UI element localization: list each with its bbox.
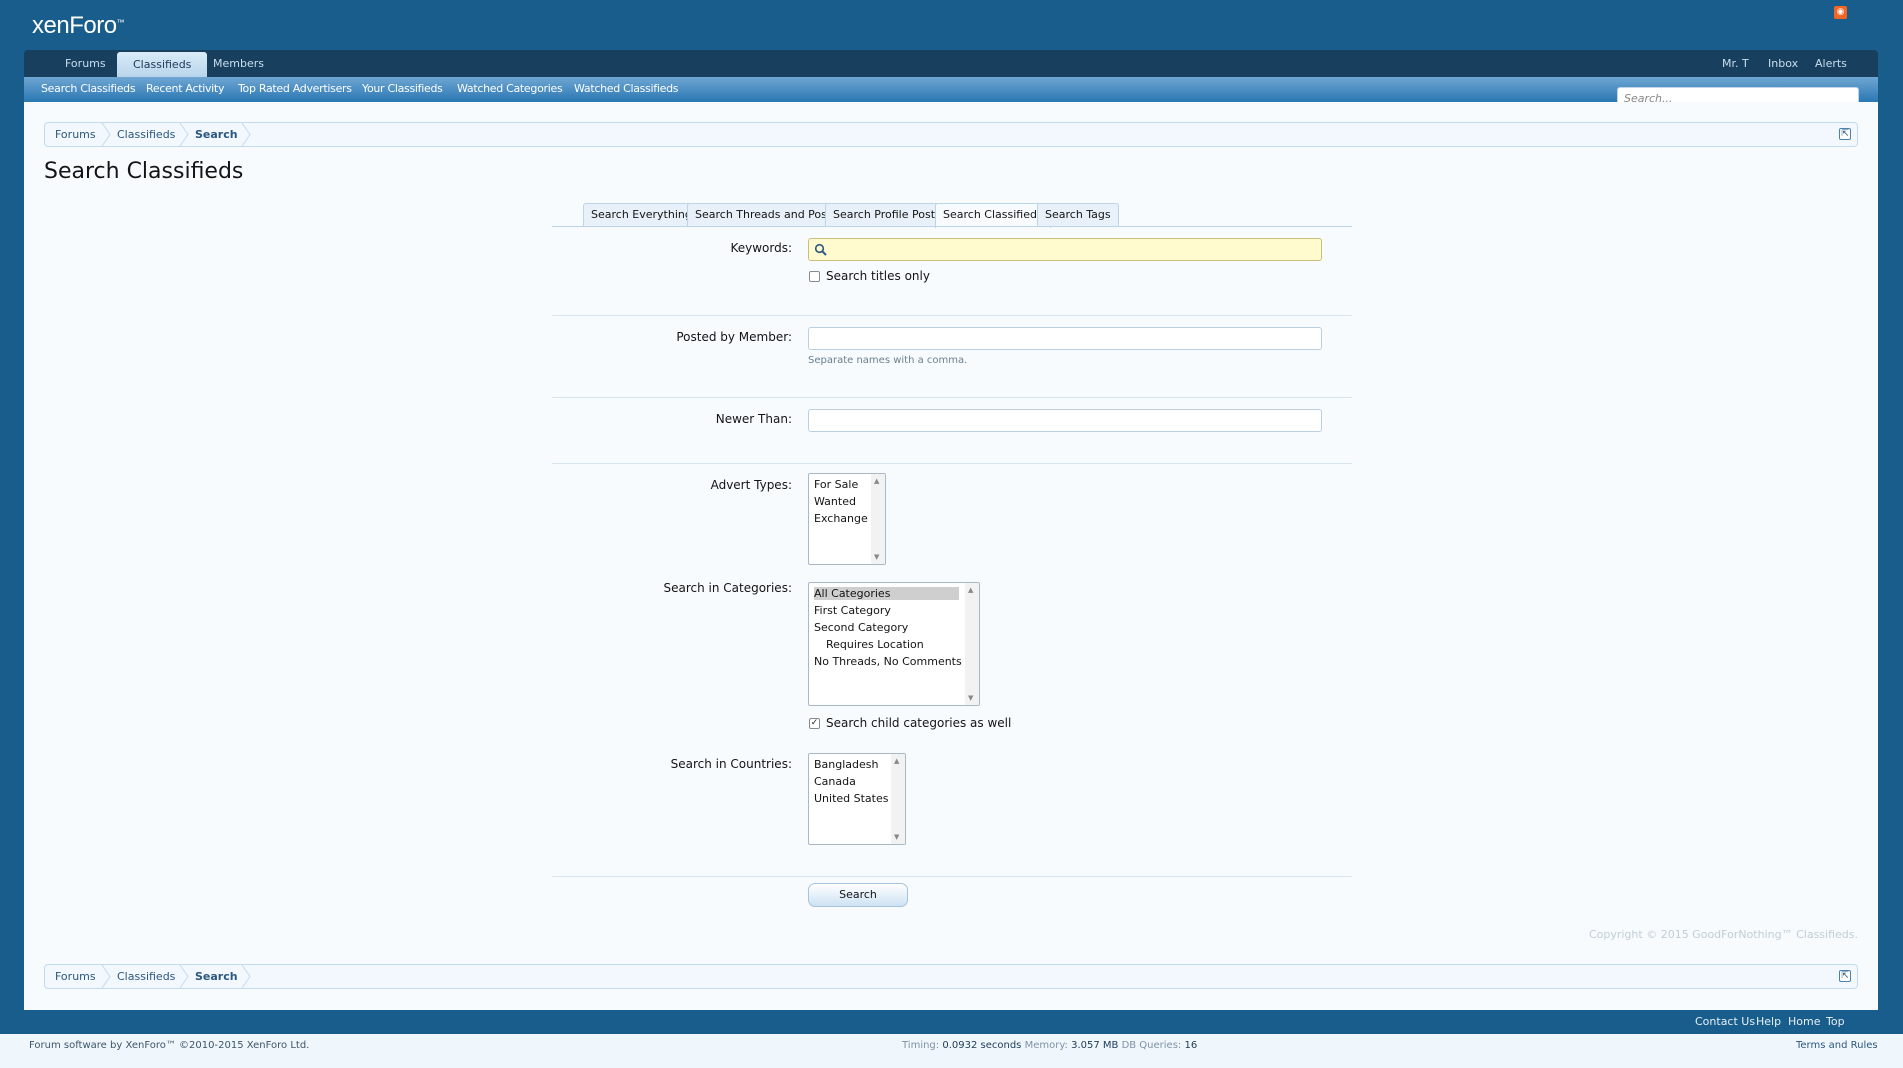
footer-home[interactable]: Home (1788, 1010, 1820, 1034)
breadcrumb-forums[interactable]: Forums (55, 965, 96, 988)
scrollbar[interactable]: ▲ ▼ (891, 754, 905, 844)
breadcrumb-separator-icon (101, 123, 111, 146)
advert-type-option[interactable]: Wanted (814, 495, 856, 508)
nav-tab-classifieds[interactable]: Classifieds (117, 52, 208, 78)
sub-navigation: Search Classifieds Recent Activity Top R… (24, 77, 1878, 102)
footer-legal[interactable]: Forum software by XenForo™ ©2010-2015 Xe… (29, 1040, 309, 1051)
advert-types-select[interactable]: For Sale Wanted Exchange ▲ ▼ (808, 473, 886, 565)
form-divider (552, 397, 1352, 398)
countries-select[interactable]: Bangladesh Canada United States ▲ ▼ (808, 753, 906, 845)
scroll-down-icon[interactable]: ▼ (968, 694, 973, 702)
form-divider (552, 315, 1352, 316)
account-link[interactable]: Mr. T (1722, 50, 1749, 77)
titles-only-label[interactable]: Search titles only (826, 269, 930, 283)
country-option[interactable]: Canada (814, 775, 856, 788)
breadcrumb-classifieds[interactable]: Classifieds (117, 123, 175, 146)
country-option[interactable]: Bangladesh (814, 758, 879, 771)
child-categories-checkbox[interactable]: ✓ (809, 718, 820, 729)
breadcrumb-separator-icon (179, 123, 189, 146)
category-option[interactable]: No Threads, No Comments (814, 655, 962, 668)
jump-menu-icon[interactable]: ⇱ (1839, 128, 1851, 140)
subnav-your-classifieds[interactable]: Your Classifieds (362, 77, 443, 101)
alerts-link[interactable]: Alerts (1815, 50, 1847, 77)
newer-than-input[interactable] (808, 409, 1322, 432)
scroll-up-icon[interactable]: ▲ (874, 477, 879, 485)
copyright-notice[interactable]: Copyright © 2015 GoodForNothing™ Classif… (1589, 928, 1858, 941)
breadcrumb-classifieds[interactable]: Classifieds (117, 965, 175, 988)
member-hint: Separate names with a comma. (808, 355, 968, 366)
newer-than-label: Newer Than: (715, 412, 792, 426)
form-divider (552, 463, 1352, 464)
memory-value: 3.057 MB (1071, 1040, 1119, 1051)
tab-divider (552, 226, 1352, 227)
subnav-recent-activity[interactable]: Recent Activity (146, 77, 224, 101)
category-option-selected[interactable]: All Categories (814, 587, 959, 600)
main-navigation: Forums Classifieds Members Mr. T Inbox A… (24, 50, 1878, 78)
inbox-link[interactable]: Inbox (1768, 50, 1798, 77)
site-logo[interactable]: xenForo™ (32, 12, 125, 40)
breadcrumb-separator-icon (241, 965, 251, 988)
category-option[interactable]: Second Category (814, 621, 908, 634)
timing-value: 0.0932 seconds (942, 1040, 1022, 1051)
member-input[interactable] (808, 327, 1322, 350)
debug-info: Timing: 0.0932 seconds Memory: 3.057 MB … (902, 1040, 1197, 1051)
advert-type-option[interactable]: For Sale (814, 478, 858, 491)
breadcrumb-separator-icon (179, 965, 189, 988)
member-label: Posted by Member: (676, 330, 792, 344)
footer-help[interactable]: Help (1756, 1010, 1781, 1034)
titles-only-checkbox[interactable] (809, 271, 820, 282)
category-option[interactable]: Requires Location (826, 638, 924, 651)
scroll-down-icon[interactable]: ▼ (894, 833, 899, 841)
scrollbar[interactable]: ▲ ▼ (871, 474, 885, 564)
footer-links-bar: Contact Us Help Home Top (24, 1010, 1878, 1034)
terms-and-rules-link[interactable]: Terms and Rules (1796, 1040, 1878, 1051)
search-icon (814, 243, 827, 256)
countries-label: Search in Countries: (670, 757, 792, 771)
scroll-up-icon[interactable]: ▲ (894, 757, 899, 765)
rss-icon[interactable]: ◉ (1834, 6, 1847, 19)
keywords-input[interactable] (808, 238, 1322, 261)
tab-search-threads-posts[interactable]: Search Threads and Posts (687, 203, 845, 227)
db-queries-value: 16 (1184, 1040, 1198, 1051)
timing-label: Timing: (902, 1040, 940, 1051)
search-button[interactable]: Search (808, 883, 908, 907)
child-categories-label[interactable]: Search child categories as well (826, 716, 1011, 730)
nav-tab-forums[interactable]: Forums (49, 50, 122, 77)
breadcrumb-separator-icon (241, 123, 251, 146)
breadcrumb-separator-icon (101, 965, 111, 988)
jump-menu-icon[interactable]: ⇱ (1839, 970, 1851, 982)
categories-select[interactable]: All Categories First Category Second Cat… (808, 582, 980, 706)
breadcrumb: Forums Classifieds Search ⇱ (44, 122, 1858, 147)
subnav-search-classifieds[interactable]: Search Classifieds (41, 77, 136, 101)
advert-types-label: Advert Types: (710, 478, 792, 492)
scroll-up-icon[interactable]: ▲ (968, 586, 973, 594)
categories-label: Search in Categories: (663, 581, 792, 595)
breadcrumb-search[interactable]: Search (195, 123, 238, 146)
subnav-watched-classifieds[interactable]: Watched Classifieds (574, 77, 679, 101)
form-divider (552, 876, 1352, 877)
subnav-watched-categories[interactable]: Watched Categories (457, 77, 563, 101)
memory-label: Memory: (1024, 1040, 1068, 1051)
keywords-label: Keywords: (730, 241, 792, 255)
footer-top[interactable]: Top (1826, 1010, 1845, 1034)
tab-search-profile-posts[interactable]: Search Profile Posts (825, 203, 949, 227)
tab-search-everything[interactable]: Search Everything (583, 203, 700, 227)
country-option[interactable]: United States (814, 792, 889, 805)
tab-search-classifieds[interactable]: Search Classifieds (935, 203, 1051, 228)
nav-tab-members[interactable]: Members (197, 50, 280, 77)
subnav-top-rated-advertisers[interactable]: Top Rated Advertisers (238, 77, 352, 101)
page-content: Forums Classifieds Search ⇱ Search Class… (24, 102, 1878, 1010)
advert-type-option[interactable]: Exchange (814, 512, 868, 525)
scrollbar[interactable]: ▲ ▼ (965, 583, 979, 705)
breadcrumb-forums[interactable]: Forums (55, 123, 96, 146)
category-option[interactable]: First Category (814, 604, 891, 617)
breadcrumb-bottom: Forums Classifieds Search ⇱ (44, 964, 1858, 989)
tab-search-tags[interactable]: Search Tags (1037, 203, 1119, 227)
breadcrumb-search[interactable]: Search (195, 965, 238, 988)
scroll-down-icon[interactable]: ▼ (874, 553, 879, 561)
footer-contact-us[interactable]: Contact Us (1695, 1010, 1755, 1034)
page-title: Search Classifieds (44, 159, 244, 184)
db-queries-label: DB Queries: (1121, 1040, 1182, 1051)
